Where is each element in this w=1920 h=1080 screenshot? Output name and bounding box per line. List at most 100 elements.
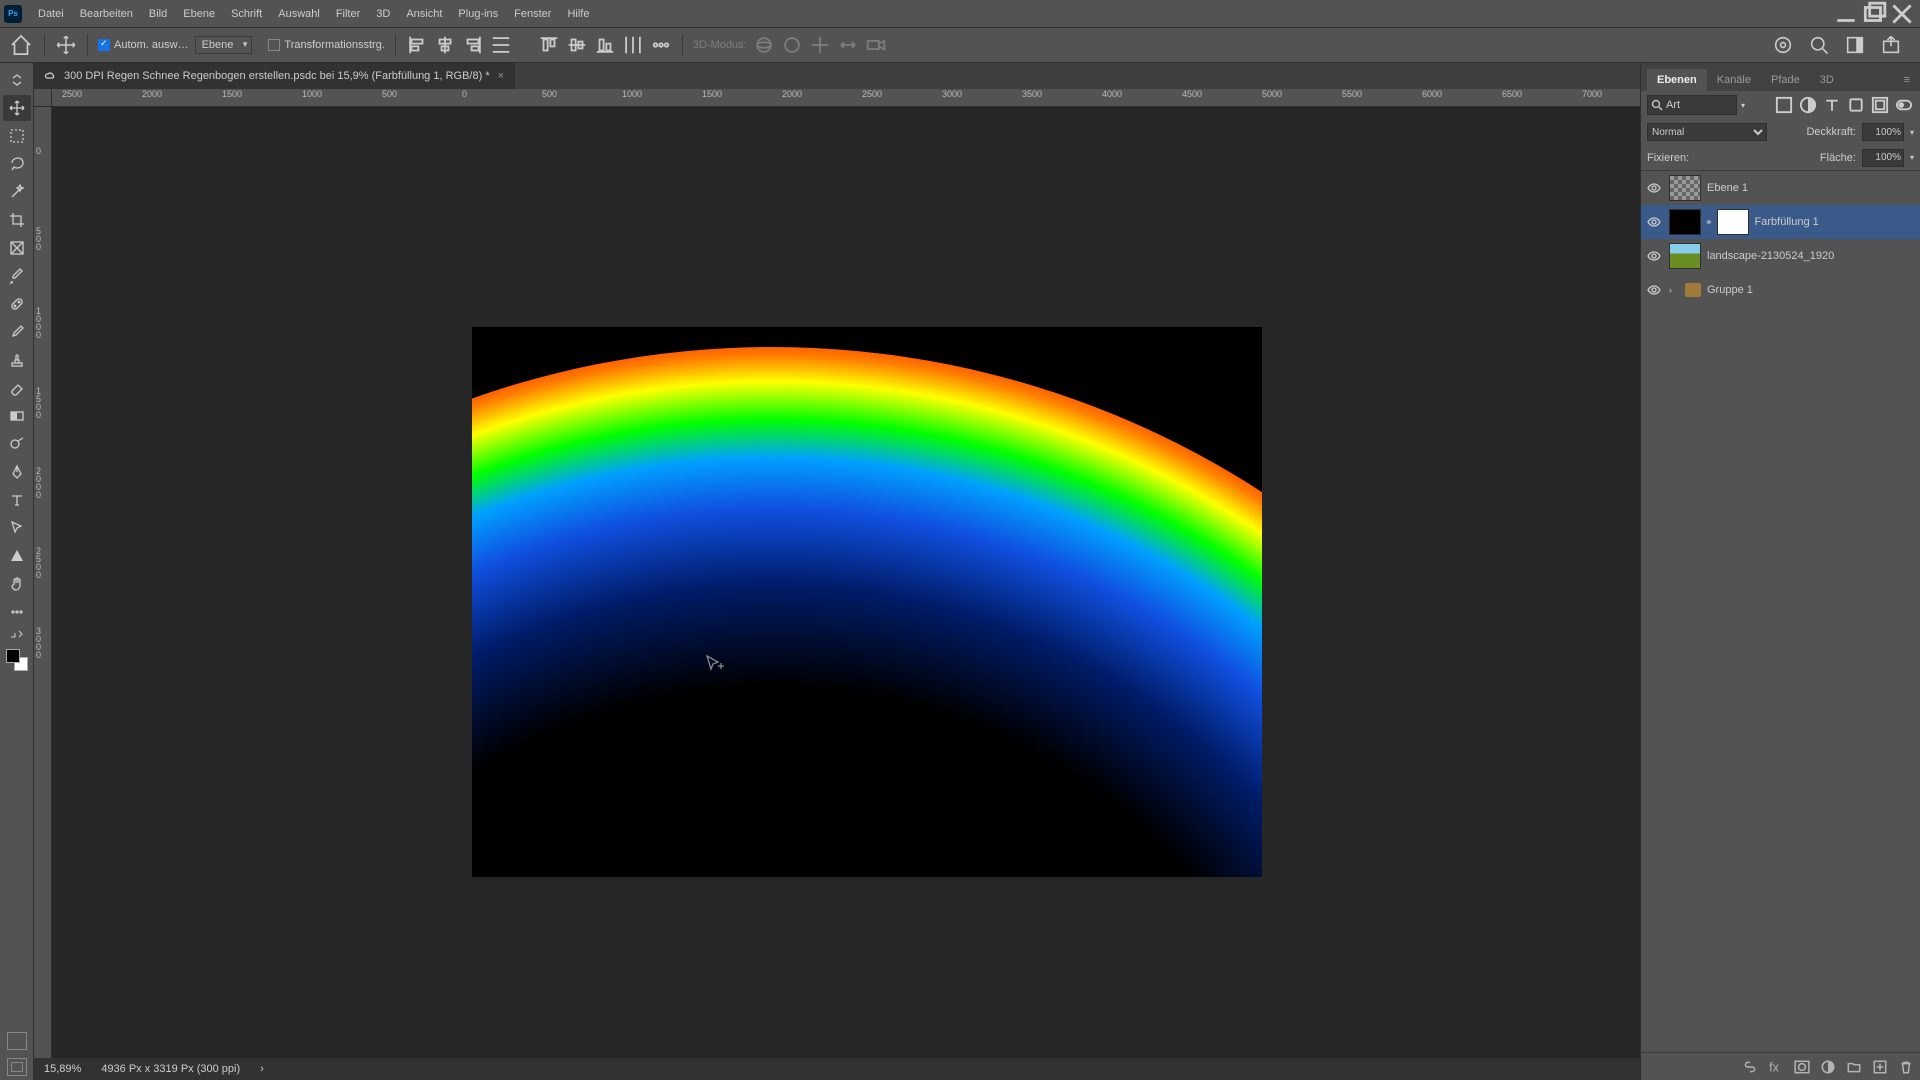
group-expand-icon[interactable]: › — [1669, 285, 1679, 295]
color-swap-icon[interactable] — [3, 627, 31, 641]
ruler-origin[interactable] — [34, 89, 52, 107]
panel-tab-ebenen[interactable]: Ebenen — [1647, 69, 1707, 91]
menu-plugins[interactable]: Plug-ins — [450, 4, 506, 24]
auto-select-checkbox[interactable]: Autom. ausw… — [98, 39, 189, 51]
frame-tool[interactable] — [3, 235, 31, 261]
filter-smart-icon[interactable] — [1870, 95, 1890, 115]
menu-3d[interactable]: 3D — [368, 4, 398, 24]
document-tab[interactable]: 300 DPI Regen Schnee Regenbogen erstelle… — [34, 63, 515, 89]
panel-menu-icon[interactable]: ≡ — [1894, 69, 1920, 91]
add-mask-icon[interactable] — [1794, 1059, 1810, 1075]
workspace-icon[interactable] — [1844, 34, 1866, 56]
gradient-tool[interactable] — [3, 403, 31, 429]
filter-adjust-icon[interactable] — [1798, 95, 1818, 115]
add-adjustment-icon[interactable] — [1820, 1059, 1836, 1075]
menu-filter[interactable]: Filter — [328, 4, 368, 24]
pen-tool[interactable] — [3, 459, 31, 485]
screen-mode-toggle[interactable] — [7, 1058, 27, 1076]
menu-hilfe[interactable]: Hilfe — [559, 4, 597, 24]
layer-thumbnail[interactable] — [1669, 243, 1701, 269]
add-layer-icon[interactable] — [1872, 1059, 1888, 1075]
eyedropper-tool[interactable] — [3, 263, 31, 289]
layer-row[interactable]: › Gruppe 1 — [1641, 273, 1920, 307]
panel-tab-kanaele[interactable]: Kanäle — [1707, 69, 1761, 91]
shape-tool[interactable] — [3, 543, 31, 569]
filter-pixel-icon[interactable] — [1774, 95, 1794, 115]
edit-toolbar-icon[interactable] — [3, 599, 31, 625]
menu-bearbeiten[interactable]: Bearbeiten — [72, 4, 141, 24]
layer-row[interactable]: Ebene 1 — [1641, 171, 1920, 205]
healing-tool[interactable] — [3, 291, 31, 317]
menu-bild[interactable]: Bild — [141, 4, 175, 24]
layer-name[interactable]: Ebene 1 — [1707, 182, 1748, 194]
home-icon[interactable] — [8, 32, 34, 58]
layer-fx-icon[interactable]: fx — [1768, 1059, 1784, 1075]
close-tab-icon[interactable]: × — [498, 70, 504, 82]
status-doc-info[interactable]: 4936 Px x 3319 Px (300 ppi) — [101, 1063, 240, 1075]
menu-fenster[interactable]: Fenster — [506, 4, 559, 24]
ruler-vertical[interactable]: 05 0 01 0 0 01 5 0 02 0 0 02 5 0 03 0 0 … — [34, 107, 52, 1058]
marquee-tool[interactable] — [3, 123, 31, 149]
layer-row[interactable]: ⚭ Farbfüllung 1 — [1641, 205, 1920, 239]
status-arrow-icon[interactable]: › — [260, 1063, 264, 1075]
dodge-tool[interactable] — [3, 431, 31, 457]
ruler-horizontal[interactable]: 2500200015001000500050010001500200025003… — [52, 89, 1640, 107]
auto-select-target-dropdown[interactable]: Ebene — [195, 36, 253, 54]
layer-name[interactable]: Farbfüllung 1 — [1755, 216, 1819, 228]
layer-name[interactable]: Gruppe 1 — [1707, 284, 1753, 296]
mask-link-icon[interactable]: ⚭ — [1705, 217, 1713, 228]
path-select-tool[interactable] — [3, 515, 31, 541]
panel-tab-pfade[interactable]: Pfade — [1761, 69, 1810, 91]
layer-name[interactable]: landscape-2130524_1920 — [1707, 250, 1834, 262]
color-swatches[interactable] — [6, 649, 28, 671]
more-options-icon[interactable] — [650, 34, 672, 56]
layer-thumbnail[interactable] — [1669, 175, 1701, 201]
magic-wand-tool[interactable] — [3, 179, 31, 205]
visibility-toggle[interactable] — [1645, 249, 1663, 263]
fill-input[interactable] — [1862, 149, 1904, 167]
visibility-toggle[interactable] — [1645, 283, 1663, 297]
stamp-tool[interactable] — [3, 347, 31, 373]
menu-datei[interactable]: Datei — [30, 4, 72, 24]
filter-type-icon[interactable] — [1822, 95, 1842, 115]
blend-mode-dropdown[interactable]: Normal — [1647, 123, 1767, 141]
delete-layer-icon[interactable] — [1898, 1059, 1914, 1075]
canvas-viewport[interactable] — [52, 107, 1640, 1058]
eraser-tool[interactable] — [3, 375, 31, 401]
align-bottom-icon[interactable] — [594, 34, 616, 56]
share-icon[interactable] — [1880, 34, 1902, 56]
window-restore-icon[interactable] — [1861, 5, 1887, 23]
window-close-icon[interactable] — [1889, 5, 1915, 23]
window-minimize-icon[interactable] — [1833, 5, 1859, 23]
link-layers-icon[interactable] — [1742, 1059, 1758, 1075]
visibility-toggle[interactable] — [1645, 181, 1663, 195]
search-icon[interactable] — [1808, 34, 1830, 56]
menu-schrift[interactable]: Schrift — [223, 4, 270, 24]
menu-ansicht[interactable]: Ansicht — [398, 4, 450, 24]
cloud-docs-icon[interactable] — [1772, 34, 1794, 56]
crop-tool[interactable] — [3, 207, 31, 233]
lasso-tool[interactable] — [3, 151, 31, 177]
add-group-icon[interactable] — [1846, 1059, 1862, 1075]
align-hcenter-icon[interactable] — [434, 34, 456, 56]
align-vcenter-icon[interactable] — [566, 34, 588, 56]
toolbar-collapse-icon[interactable] — [3, 67, 31, 93]
move-tool-icon[interactable] — [55, 34, 77, 56]
filter-toggle[interactable] — [1894, 95, 1914, 115]
menu-auswahl[interactable]: Auswahl — [270, 4, 328, 24]
panel-tab-3d[interactable]: 3D — [1810, 69, 1844, 91]
filter-shape-icon[interactable] — [1846, 95, 1866, 115]
menu-ebene[interactable]: Ebene — [175, 4, 223, 24]
hand-tool[interactable] — [3, 571, 31, 597]
align-top-icon[interactable] — [538, 34, 560, 56]
align-right-icon[interactable] — [462, 34, 484, 56]
brush-tool[interactable] — [3, 319, 31, 345]
visibility-toggle[interactable] — [1645, 215, 1663, 229]
layer-row[interactable]: landscape-2130524_1920 — [1641, 239, 1920, 273]
canvas[interactable] — [472, 327, 1262, 877]
transform-controls-checkbox[interactable]: Transformationsstrg. — [268, 39, 384, 51]
opacity-input[interactable] — [1862, 123, 1904, 141]
distribute-v-icon[interactable] — [622, 34, 644, 56]
move-tool[interactable] — [3, 95, 31, 121]
align-left-icon[interactable] — [406, 34, 428, 56]
